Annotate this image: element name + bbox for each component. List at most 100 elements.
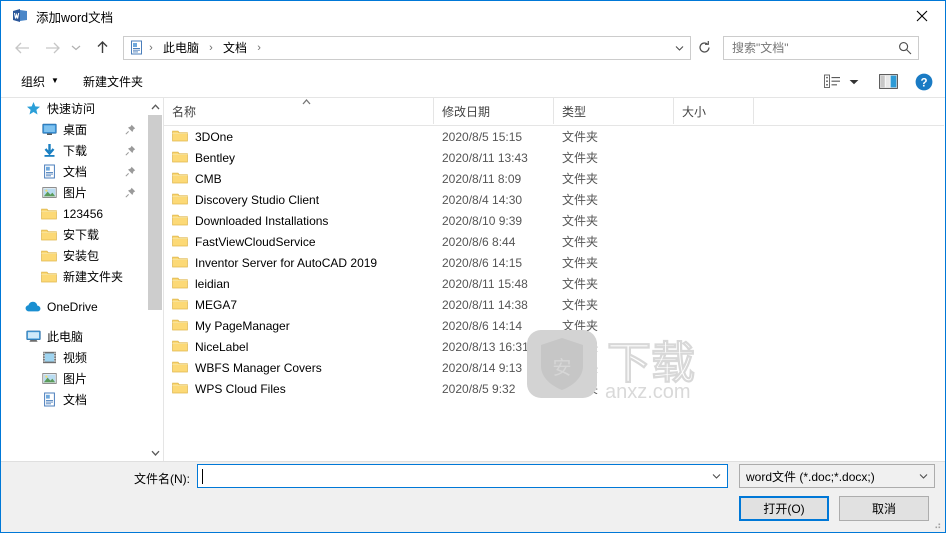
sidebar-item-11[interactable]: 视频 [1,347,146,368]
breadcrumb-separator[interactable]: › [144,42,158,54]
sidebar-item-2[interactable]: 下载 [1,140,146,161]
file-name-cell: Downloaded Installations [172,213,328,229]
folder-icon [41,227,57,243]
folder-icon [172,129,188,145]
table-row[interactable]: NiceLabel 2020/8/13 16:31 文件夹 [164,336,944,357]
sidebar-item-12[interactable]: 图片 [1,368,146,389]
help-button[interactable]: ? [911,70,937,94]
file-name-cell: leidian [172,276,230,292]
address-dropdown-button[interactable] [670,37,688,59]
resize-grip-icon[interactable] [930,518,942,530]
open-button[interactable]: 打开(O) [739,496,829,521]
folder-icon [172,256,188,267]
breadcrumb-item-0[interactable]: 此电脑 [158,37,204,59]
sidebar-item-6[interactable]: 安下载 [1,224,146,245]
table-row[interactable]: My PageManager 2020/8/6 14:14 文件夹 [164,315,944,336]
navigation-pane-scrollbar[interactable] [146,98,163,461]
back-arrow-icon [14,42,29,53]
file-type: 文件夹 [562,130,599,144]
onedrive-cloud-icon [25,299,41,315]
sidebar-item-7[interactable]: 安装包 [1,245,146,266]
sidebar-item-8[interactable]: 新建文件夹 [1,266,146,287]
forward-button[interactable] [39,35,65,61]
sidebar-item-5[interactable]: 123456 [1,203,146,224]
filename-input[interactable] [197,464,728,488]
view-options-button[interactable] [819,70,845,94]
table-row[interactable]: Inventor Server for AutoCAD 2019 2020/8/6… [164,252,944,273]
chevron-down-icon [849,79,859,84]
file-name-cell: MEGA7 [172,297,237,313]
preview-pane-button[interactable] [875,70,901,94]
column-header-3[interactable]: 大小 [674,98,754,124]
close-button[interactable] [899,1,945,31]
scroll-down-button[interactable] [147,444,163,461]
onedrive-cloud-icon [25,301,41,312]
file-type-filter-combobox[interactable]: word文件 (*.doc;*.docx;) [739,464,935,488]
breadcrumb-separator[interactable]: › [204,42,218,54]
file-modified-date: 2020/8/4 14:30 [442,192,523,207]
folder-icon [41,229,57,241]
up-button[interactable] [89,35,115,61]
file-name: Bentley [195,150,236,165]
sidebar-item-4[interactable]: 图片 [1,182,146,203]
folder-icon [41,250,57,262]
scroll-up-button[interactable] [147,98,163,115]
filename-dropdown-button[interactable] [707,465,725,487]
column-header-0[interactable]: 名称 [164,98,434,124]
table-row[interactable]: FastViewCloudService 2020/8/6 8:44 文件夹 [164,231,944,252]
file-list-pane[interactable]: 名称 修改日期 类型 大小 3DOne 2020/8/5 15:15 文件夹 Bentley… [163,98,944,461]
table-row[interactable]: Discovery Studio Client 2020/8/4 14:30 文件夹 [164,189,944,210]
refresh-button[interactable] [693,36,715,60]
sidebar-item-9[interactable]: OneDrive [1,296,146,317]
column-header-2[interactable]: 类型 [554,98,674,124]
new-folder-button[interactable]: 新建文件夹 [79,69,147,93]
folder-icon [172,297,188,313]
folder-icon [172,192,188,208]
table-row[interactable]: MEGA7 2020/8/11 14:38 文件夹 [164,294,944,315]
file-name: My PageManager [195,318,290,333]
view-dropdown-button[interactable] [845,70,863,94]
sidebar-item-0[interactable]: 快速访问 [1,98,146,119]
folder-icon [41,248,57,264]
column-header-1[interactable]: 修改日期 [434,98,554,124]
table-row[interactable]: 3DOne 2020/8/5 15:15 文件夹 [164,126,944,147]
back-button[interactable] [9,35,35,61]
pin-icon[interactable] [124,186,136,198]
pin-icon[interactable] [124,123,136,135]
pin-icon[interactable] [124,165,136,177]
pin-icon[interactable] [124,144,136,156]
column-header-label: 名称 [172,104,197,119]
quick-access-star-icon [26,102,40,115]
sidebar-item-3[interactable]: 文档 [1,161,146,182]
recent-locations-button[interactable] [67,35,85,61]
navigation-pane[interactable]: 快速访问 桌面 下载 文档 图片 123456 安下载 安装包 新建文件夹 OneDrive 此电脑… [1,98,146,461]
file-name: MEGA7 [195,297,238,312]
folder-icon [172,339,188,355]
search-button[interactable] [897,40,913,56]
breadcrumb-separator[interactable]: › [252,42,266,54]
pictures-icon [41,187,57,198]
table-row[interactable]: WBFS Manager Covers 2020/8/14 9:13 文件夹 [164,357,944,378]
address-bar[interactable]: › 此电脑 › 文档 › [123,35,691,60]
file-name-cell: 3DOne [172,129,233,145]
documents-icon [41,164,57,180]
breadcrumb-item-1[interactable]: 文档 [218,37,252,59]
table-row[interactable]: Downloaded Installations 2020/8/10 9:39 文件… [164,210,944,231]
folder-icon [172,319,188,330]
window-title: 添加word文档 [36,10,114,25]
folder-icon [172,150,188,166]
sidebar-item-13[interactable]: 文档 [1,389,146,410]
scrollbar-thumb[interactable] [148,115,162,310]
filename-label: 文件名(N): [134,472,190,486]
search-input[interactable]: 搜索"文档" [723,35,919,60]
sidebar-item-1[interactable]: 桌面 [1,119,146,140]
file-modified-date: 2020/8/11 13:43 [442,150,528,165]
file-name: FastViewCloudService [195,234,316,249]
organize-button[interactable]: 组织 ▼ [17,69,63,93]
table-row[interactable]: leidian 2020/8/11 15:48 文件夹 [164,273,944,294]
sidebar-item-10[interactable]: 此电脑 [1,326,146,347]
table-row[interactable]: CMB 2020/8/11 8:09 文件夹 [164,168,944,189]
cancel-button[interactable]: 取消 [839,496,929,521]
table-row[interactable]: Bentley 2020/8/11 13:43 文件夹 [164,147,944,168]
table-row[interactable]: WPS Cloud Files 2020/8/5 9:32 文件夹 [164,378,944,399]
